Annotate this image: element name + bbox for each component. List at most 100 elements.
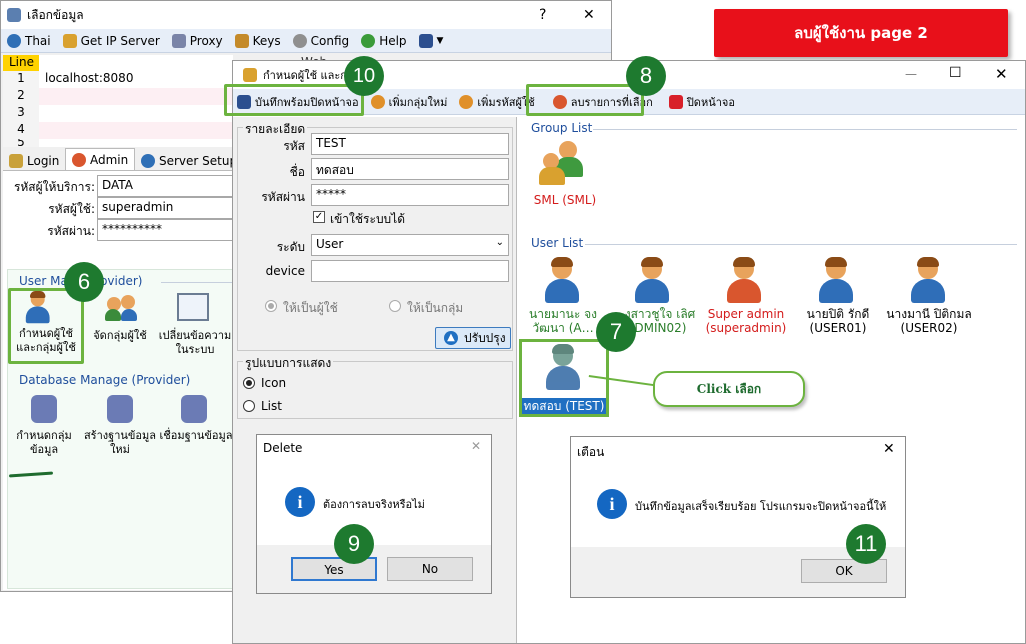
db-group-item[interactable]: กำหนดกลุ่ม ข้อมูล bbox=[9, 429, 79, 457]
line-row[interactable]: 4 bbox=[3, 122, 233, 139]
maximize-button[interactable]: ☐ bbox=[949, 65, 962, 81]
radio-user[interactable] bbox=[265, 300, 277, 312]
step-10-badge: 10 bbox=[344, 56, 384, 96]
update-button[interactable]: ▲ ปรับปรุง bbox=[435, 327, 511, 349]
presentation-icon bbox=[177, 293, 209, 321]
close-screen-button[interactable]: ปิดหน้าจอ bbox=[663, 93, 741, 111]
highlight-save-close bbox=[224, 84, 364, 116]
close-icon[interactable]: ✕ bbox=[471, 439, 481, 453]
menu-proxy[interactable]: Proxy bbox=[166, 33, 229, 48]
user-icon bbox=[723, 257, 765, 305]
users-icon bbox=[243, 68, 257, 82]
level-select[interactable]: User ⌄ bbox=[311, 234, 509, 256]
menu-thai[interactable]: Thai bbox=[1, 33, 57, 48]
proxy-icon bbox=[171, 33, 186, 48]
db-connect-item[interactable]: เชื่อมฐานข้อมูล bbox=[157, 429, 235, 443]
gear-icon bbox=[292, 33, 307, 48]
change-message-item[interactable]: เปลี่ยนข้อความ ในระบบ bbox=[155, 329, 235, 357]
user-item-manee-p[interactable]: นางมานี ปิติกมล (USER02) bbox=[879, 307, 979, 335]
divider bbox=[593, 129, 1017, 130]
globe-icon bbox=[7, 33, 21, 48]
info-icon: i bbox=[285, 487, 315, 517]
click-select-callout: Click เลือก bbox=[653, 371, 805, 407]
menu-config[interactable]: Config bbox=[287, 33, 356, 48]
device-label: device bbox=[265, 264, 305, 278]
line-row[interactable]: 2 bbox=[3, 88, 233, 105]
name-field[interactable]: ทดสอบ bbox=[311, 158, 509, 180]
minimize-button[interactable]: — bbox=[905, 67, 917, 81]
user-icon bbox=[907, 257, 949, 305]
line-row[interactable]: 3 bbox=[3, 105, 233, 122]
ok-button[interactable]: OK bbox=[801, 559, 887, 583]
step-8-badge: 8 bbox=[626, 56, 666, 96]
radio-group-label: ให้เป็นกลุ่ม bbox=[407, 301, 464, 315]
radio-icon-label: Icon bbox=[261, 376, 287, 390]
dialog-title: Delete bbox=[263, 441, 303, 455]
user-icon bbox=[631, 257, 673, 305]
dialog-message: บันทึกข้อมูลเสร็จเรียบร้อย โปรแกรมจะปิดห… bbox=[635, 500, 887, 513]
radio-list-label: List bbox=[261, 399, 282, 413]
code-field[interactable]: TEST bbox=[311, 133, 509, 155]
selected-user-label: ทดสอบ (TEST) bbox=[522, 398, 606, 414]
can-login-checkbox[interactable]: ✓ bbox=[313, 211, 325, 223]
close-button[interactable]: ✕ bbox=[995, 65, 1008, 83]
password-label: รหัสผ่าน: bbox=[47, 224, 95, 238]
can-login-label: เข้าใช้ระบบได้ bbox=[330, 212, 405, 226]
menu-keys[interactable]: Keys bbox=[229, 33, 287, 48]
radio-list[interactable] bbox=[243, 400, 255, 412]
password-field[interactable]: ********** bbox=[97, 219, 237, 241]
radio-icon[interactable] bbox=[243, 377, 255, 389]
delete-dialog: Delete ✕ i ต้องการลบจริงหรือไม่ Yes No bbox=[256, 434, 492, 594]
info-icon: i bbox=[597, 489, 627, 519]
help-icon bbox=[361, 33, 376, 48]
back-menu-bar: Thai Get IP Server Proxy Keys Config Hel… bbox=[1, 29, 611, 53]
pin-icon bbox=[62, 33, 77, 48]
menu-get-ip[interactable]: Get IP Server bbox=[57, 33, 166, 48]
user-item-superadmin[interactable]: Super admin (superadmin) bbox=[703, 307, 789, 335]
db-create-item[interactable]: สร้างฐานข้อมูล ใหม่ bbox=[83, 429, 157, 457]
admin-icon bbox=[72, 152, 86, 167]
provider-code-field[interactable]: DATA bbox=[97, 175, 237, 197]
user-code-field[interactable]: superadmin bbox=[97, 197, 237, 219]
password-field[interactable]: ***** bbox=[311, 184, 509, 206]
device-field[interactable] bbox=[311, 260, 509, 282]
divider bbox=[161, 282, 235, 283]
arrow-up-icon: ▲ bbox=[444, 331, 458, 345]
close-icon[interactable]: ✕ bbox=[883, 441, 895, 457]
line-row[interactable]: 1 localhost:8080 bbox=[3, 71, 233, 88]
alert-dialog: เตือน ✕ i บันทึกข้อมูลเสร็จเรียบร้อย โปร… bbox=[570, 436, 906, 598]
title-bar: เลือกข้อมูล ? ✕ bbox=[1, 1, 611, 29]
line-header: Line bbox=[3, 55, 39, 71]
radio-user-label: ให้เป็นผู้ใช้ bbox=[283, 301, 338, 315]
add-group-button[interactable]: เพิ่มกลุ่มใหม่ bbox=[365, 93, 454, 111]
highlight-delete-selected bbox=[526, 84, 644, 116]
password-label: รหัสผ่าน bbox=[261, 190, 305, 204]
dialog-message: ต้องการลบจริงหรือไม่ bbox=[323, 498, 425, 511]
name-label: ชื่อ bbox=[289, 165, 305, 179]
group-list-title: Group List bbox=[531, 121, 593, 135]
callout-text: Click เลือก bbox=[696, 382, 762, 396]
database-icon bbox=[31, 395, 57, 423]
menu-help[interactable]: Help bbox=[355, 33, 412, 48]
radio-group[interactable] bbox=[389, 300, 401, 312]
user-item-manee[interactable]: นายมานะ จง วัฒนา (A… bbox=[521, 307, 605, 335]
close-red-icon bbox=[668, 94, 683, 109]
user-item-piti[interactable]: นายปิติ รักดี (USER01) bbox=[795, 307, 881, 335]
close-button[interactable]: ✕ bbox=[583, 7, 595, 23]
keys-icon bbox=[234, 33, 249, 48]
chevron-down-icon: ⌄ bbox=[495, 237, 504, 248]
menu-save-dropdown[interactable]: ▼ bbox=[413, 33, 450, 48]
help-button[interactable]: ? bbox=[539, 7, 546, 23]
group-sml-label[interactable]: SML (SML) bbox=[525, 193, 605, 207]
group-users-item[interactable]: จัดกลุ่มผู้ใช้ bbox=[85, 329, 155, 343]
user-code-label: รหัสผู้ใช้: bbox=[48, 202, 95, 216]
tab-login[interactable]: Login bbox=[5, 151, 63, 171]
chevron-down-icon: ▼ bbox=[436, 35, 444, 46]
line-row[interactable]: 5 bbox=[3, 139, 233, 147]
add-user-icon bbox=[459, 94, 474, 109]
tab-server-setup[interactable]: Server Setup bbox=[137, 151, 241, 171]
tab-admin[interactable]: Admin bbox=[65, 148, 136, 170]
no-button[interactable]: No bbox=[387, 557, 473, 581]
step-11-badge: 11 bbox=[846, 524, 886, 564]
code-label: รหัส bbox=[283, 139, 305, 153]
